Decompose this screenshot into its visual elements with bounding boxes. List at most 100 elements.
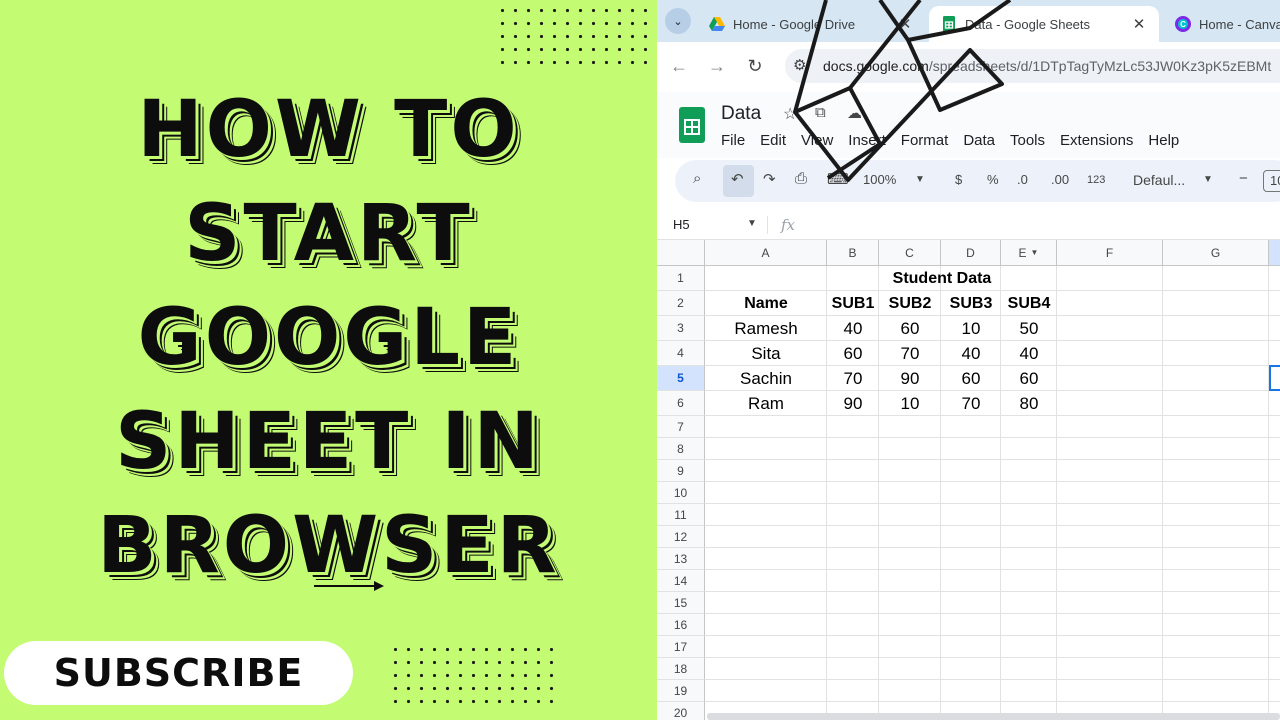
row-header[interactable]: 2 (657, 291, 705, 316)
cell[interactable]: 70 (941, 391, 1001, 416)
row-header[interactable]: 18 (657, 658, 705, 680)
font-size-decrease-button[interactable]: − (1239, 170, 1248, 187)
svg-text:C: C (1180, 20, 1186, 29)
cell[interactable]: 60 (1001, 366, 1057, 391)
grid-row-line (705, 613, 1280, 614)
grid-row-line (705, 547, 1280, 548)
row-header[interactable]: 16 (657, 614, 705, 636)
forward-arrow-icon[interactable]: → (705, 56, 729, 77)
back-arrow-icon[interactable]: ← (667, 56, 691, 77)
search-icon[interactable]: ⌕ (693, 170, 701, 187)
headline-line-4: SHEET IN (115, 397, 542, 487)
row-header[interactable]: 7 (657, 416, 705, 438)
cell-header[interactable]: SUB1 (827, 291, 879, 316)
column-header[interactable]: D (941, 240, 1001, 266)
cell[interactable]: Ramesh (705, 316, 827, 341)
row-header[interactable]: 9 (657, 460, 705, 482)
cell[interactable]: 40 (827, 316, 879, 341)
grid-row-line (705, 437, 1280, 438)
column-header[interactable]: E ▼ (1001, 240, 1057, 266)
cell[interactable]: 90 (827, 391, 879, 416)
reload-icon[interactable]: ↻ (743, 56, 767, 77)
row-header[interactable]: 12 (657, 526, 705, 548)
grid-row-line (705, 701, 1280, 702)
filter-caret-icon[interactable]: ▼ (1031, 248, 1039, 257)
cell[interactable]: 50 (1001, 316, 1057, 341)
cell-header[interactable]: SUB3 (941, 291, 1001, 316)
row-header[interactable]: 13 (657, 548, 705, 570)
cell[interactable]: 70 (827, 366, 879, 391)
column-header[interactable]: B (827, 240, 879, 266)
decorative-dots-top (496, 4, 656, 70)
divider (767, 216, 768, 234)
row-header[interactable]: 11 (657, 504, 705, 526)
headline: HOW TO START GOOGLE SHEET IN BROWSER (0, 78, 657, 598)
subscribe-button[interactable]: SUBSCRIBE (4, 641, 353, 705)
grid-row-line (705, 679, 1280, 680)
row-header[interactable]: 10 (657, 482, 705, 504)
redo-icon[interactable]: ↷ (763, 170, 776, 188)
cell[interactable]: 10 (941, 316, 1001, 341)
grid-row-line (705, 459, 1280, 460)
tab-search-chevron-icon[interactable]: ⌄ (665, 8, 691, 34)
cell[interactable]: 10 (879, 391, 941, 416)
fx-icon: fx (781, 216, 796, 234)
font-select[interactable]: Defaul... (1133, 172, 1185, 188)
grid-row-line (705, 657, 1280, 658)
row-header[interactable]: 6 (657, 391, 705, 416)
document-title[interactable]: Data (721, 103, 761, 125)
column-header[interactable]: G (1163, 240, 1269, 266)
canva-icon: C (1175, 16, 1191, 32)
cell[interactable]: 60 (941, 366, 1001, 391)
headline-line-3: GOOGLE (137, 293, 520, 383)
column-header[interactable]: C (879, 240, 941, 266)
row-header[interactable]: 8 (657, 438, 705, 460)
column-header-h[interactable] (1269, 240, 1280, 266)
font-size-input[interactable]: 10 (1263, 170, 1280, 192)
cell[interactable]: 90 (879, 366, 941, 391)
cell[interactable]: 40 (1001, 341, 1057, 366)
row-header[interactable]: 1 (657, 266, 705, 291)
number-format-button[interactable]: 123 (1087, 174, 1105, 186)
formula-bar: H5 ▼ fx (657, 210, 1280, 240)
cell[interactable]: Ram (705, 391, 827, 416)
cell-title[interactable]: Student Data (827, 266, 1057, 291)
cell-header[interactable]: SUB4 (1001, 291, 1057, 316)
undo-icon[interactable]: ↶ (731, 170, 744, 188)
chevron-down-icon[interactable]: ▼ (1203, 174, 1213, 185)
name-box[interactable]: H5 (673, 217, 690, 232)
cell[interactable]: 40 (941, 341, 1001, 366)
horizontal-scrollbar[interactable] (707, 713, 1280, 720)
spreadsheet-grid[interactable]: A B C D E ▼ F G 1 2 3 4 5 6 7 8 9 10 11 12 13 14 15 16 17… (657, 240, 1280, 720)
row-header[interactable]: 5 (657, 366, 705, 391)
row-header[interactable]: 15 (657, 592, 705, 614)
cell[interactable]: Sita (705, 341, 827, 366)
sheets-logo-icon[interactable] (679, 107, 705, 143)
chevron-down-icon[interactable]: ▼ (747, 218, 757, 229)
subscribe-label: SUBSCRIBE (53, 651, 304, 695)
selected-cell-h5[interactable] (1269, 365, 1280, 391)
tab-canva[interactable]: C Home - Canva (1163, 6, 1280, 42)
row-header[interactable]: 4 (657, 341, 705, 366)
row-header[interactable]: 14 (657, 570, 705, 592)
decorative-dots-bottom (389, 643, 559, 713)
cell-header[interactable]: Name (705, 291, 827, 316)
menu-extensions[interactable]: Extensions (1060, 132, 1133, 149)
row-header[interactable]: 17 (657, 636, 705, 658)
cell[interactable]: 80 (1001, 391, 1057, 416)
menu-file[interactable]: File (721, 132, 745, 149)
cell[interactable]: 60 (879, 316, 941, 341)
row-header[interactable]: 19 (657, 680, 705, 702)
cell[interactable]: 70 (879, 341, 941, 366)
row-header[interactable]: 3 (657, 316, 705, 341)
increase-decimal-button[interactable]: .00 (1051, 172, 1069, 187)
column-header[interactable]: A (705, 240, 827, 266)
close-icon[interactable]: ✕ (1129, 15, 1149, 33)
menu-help[interactable]: Help (1148, 132, 1179, 149)
cell[interactable]: 60 (827, 341, 879, 366)
cell-header[interactable]: SUB2 (879, 291, 941, 316)
cell[interactable]: Sachin (705, 366, 827, 391)
column-header[interactable]: F (1057, 240, 1163, 266)
row-header[interactable]: 20 (657, 702, 705, 720)
select-all-corner[interactable] (657, 240, 705, 266)
